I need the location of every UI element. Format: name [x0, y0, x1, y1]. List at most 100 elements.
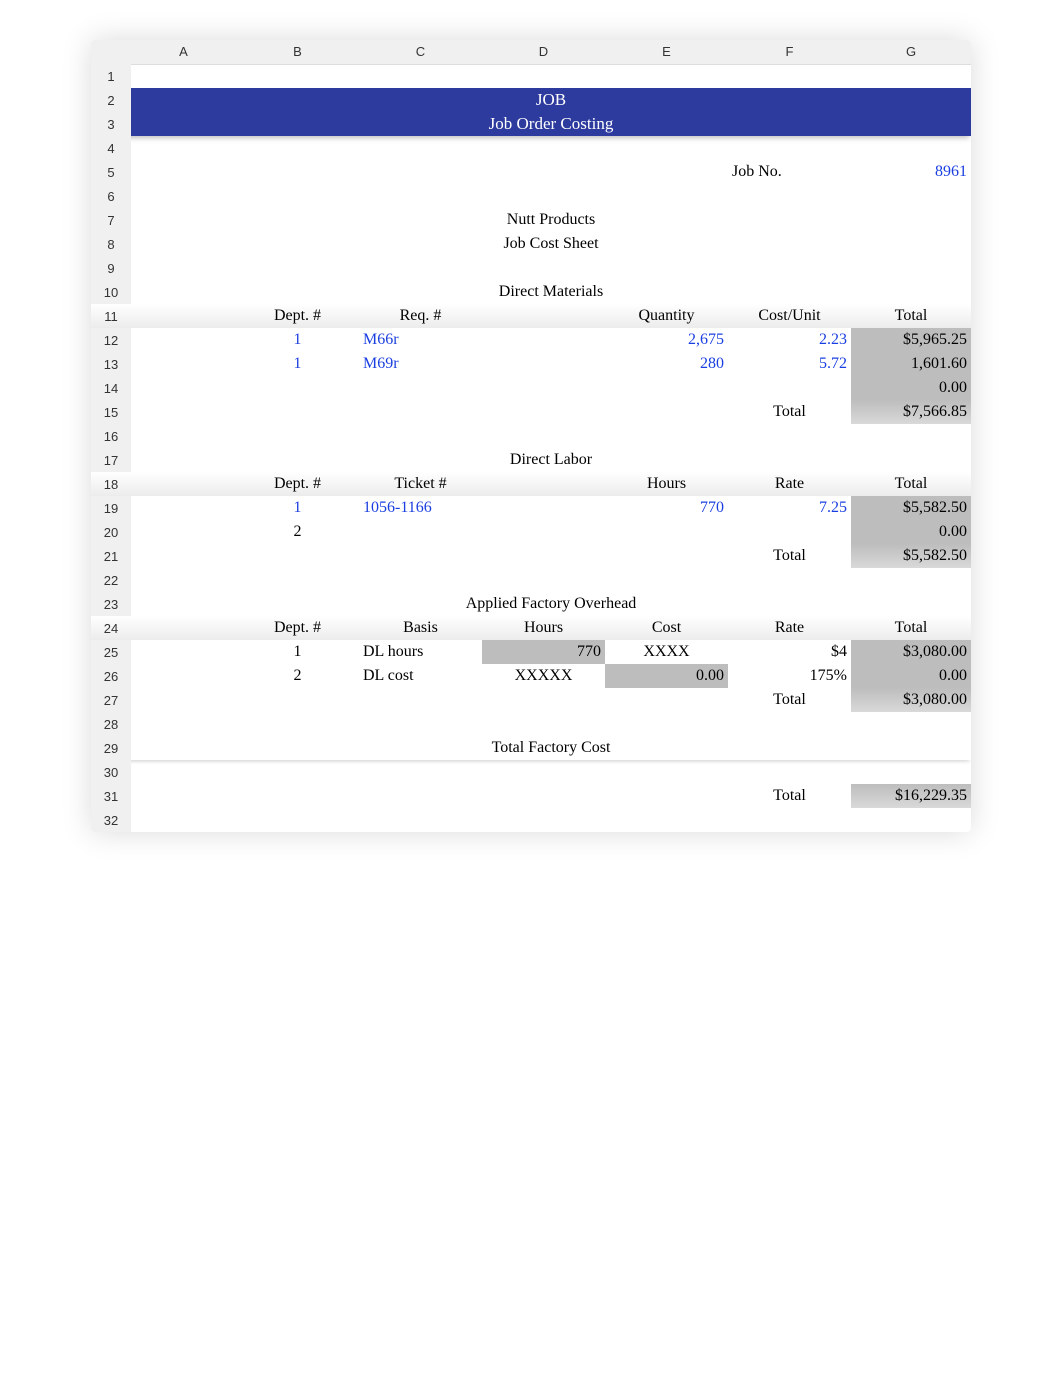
- dm-cu[interactable]: 5.72: [728, 352, 851, 376]
- cell[interactable]: [131, 400, 728, 424]
- dl-dept[interactable]: 2: [236, 520, 359, 544]
- row-header[interactable]: 27: [91, 688, 131, 712]
- cell[interactable]: [482, 160, 605, 184]
- row-header[interactable]: 18: [91, 472, 131, 496]
- dm-hdr-dept[interactable]: Dept. #: [236, 304, 359, 328]
- cell[interactable]: [131, 184, 971, 208]
- sheet-title[interactable]: Job Cost Sheet: [131, 232, 971, 256]
- row-header[interactable]: 2: [91, 88, 131, 112]
- dm-hdr-total[interactable]: Total: [851, 304, 971, 328]
- cell[interactable]: [131, 376, 851, 400]
- col-header-b[interactable]: B: [236, 40, 359, 64]
- dl-hdr-rate[interactable]: Rate: [728, 472, 851, 496]
- cell[interactable]: [131, 616, 236, 640]
- col-header-d[interactable]: D: [482, 40, 605, 64]
- row-header[interactable]: 10: [91, 280, 131, 304]
- oh-total[interactable]: $3,080.00: [851, 640, 971, 664]
- oh-hdr-total[interactable]: Total: [851, 616, 971, 640]
- col-header-f[interactable]: F: [728, 40, 851, 64]
- cell[interactable]: [359, 160, 482, 184]
- cell[interactable]: [131, 568, 971, 592]
- oh-hdr-basis[interactable]: Basis: [359, 616, 482, 640]
- cell[interactable]: [131, 472, 236, 496]
- row-header[interactable]: 12: [91, 328, 131, 352]
- oh-cost[interactable]: XXXX: [605, 640, 728, 664]
- cell[interactable]: [131, 256, 971, 280]
- banner-line2[interactable]: Job Order Costing: [131, 112, 971, 136]
- row-header[interactable]: 15: [91, 400, 131, 424]
- dl-hdr-ticket[interactable]: Ticket #: [359, 472, 482, 496]
- oh-rate[interactable]: $4: [728, 640, 851, 664]
- oh-hours[interactable]: 770: [482, 640, 605, 664]
- dm-qty[interactable]: 2,675: [605, 328, 728, 352]
- oh-hdr-dept[interactable]: Dept. #: [236, 616, 359, 640]
- dl-total[interactable]: $5,582.50: [851, 496, 971, 520]
- dl-heading[interactable]: Direct Labor: [131, 448, 971, 472]
- oh-hdr-hours[interactable]: Hours: [482, 616, 605, 640]
- dm-total[interactable]: $5,965.25: [851, 328, 971, 352]
- row-header[interactable]: 23: [91, 592, 131, 616]
- cell[interactable]: [131, 712, 971, 736]
- dm-cu[interactable]: 2.23: [728, 328, 851, 352]
- cell[interactable]: [359, 520, 851, 544]
- dl-hdr-dept[interactable]: Dept. #: [236, 472, 359, 496]
- dm-req[interactable]: M66r: [359, 328, 482, 352]
- cell[interactable]: [131, 304, 236, 328]
- company-name[interactable]: Nutt Products: [131, 208, 971, 232]
- row-header[interactable]: 20: [91, 520, 131, 544]
- cell[interactable]: [131, 664, 236, 688]
- dm-total[interactable]: 1,601.60: [851, 352, 971, 376]
- row-header[interactable]: 26: [91, 664, 131, 688]
- row-header[interactable]: 14: [91, 376, 131, 400]
- cell[interactable]: [131, 520, 236, 544]
- oh-dept[interactable]: 2: [236, 664, 359, 688]
- cell[interactable]: [236, 160, 359, 184]
- grand-total-label[interactable]: Total: [728, 784, 851, 808]
- grand-total-value[interactable]: $16,229.35: [851, 784, 971, 808]
- grand-heading[interactable]: Total Factory Cost: [131, 736, 971, 760]
- cell[interactable]: [131, 136, 971, 160]
- row-header[interactable]: 7: [91, 208, 131, 232]
- row-header[interactable]: 25: [91, 640, 131, 664]
- dm-total-value[interactable]: $7,566.85: [851, 400, 971, 424]
- cell[interactable]: [131, 640, 236, 664]
- row-header[interactable]: 9: [91, 256, 131, 280]
- row-header[interactable]: 16: [91, 424, 131, 448]
- oh-hdr-cost[interactable]: Cost: [605, 616, 728, 640]
- dm-heading[interactable]: Direct Materials: [131, 280, 971, 304]
- cell[interactable]: [131, 784, 728, 808]
- col-header-c[interactable]: C: [359, 40, 482, 64]
- cell[interactable]: [131, 496, 236, 520]
- row-header[interactable]: 24: [91, 616, 131, 640]
- banner-line1[interactable]: JOB: [131, 88, 971, 112]
- row-header[interactable]: 11: [91, 304, 131, 328]
- cell[interactable]: [482, 496, 605, 520]
- jobno-label[interactable]: Job No.: [728, 160, 851, 184]
- row-header[interactable]: 13: [91, 352, 131, 376]
- oh-total-label[interactable]: Total: [728, 688, 851, 712]
- dm-total[interactable]: 0.00: [851, 376, 971, 400]
- dl-hdr-hours[interactable]: Hours: [605, 472, 728, 496]
- row-header[interactable]: 21: [91, 544, 131, 568]
- row-header[interactable]: 17: [91, 448, 131, 472]
- dl-ticket[interactable]: 1056-1166: [359, 496, 482, 520]
- oh-heading[interactable]: Applied Factory Overhead: [131, 592, 971, 616]
- dl-total-value[interactable]: $5,582.50: [851, 544, 971, 568]
- oh-hdr-rate[interactable]: Rate: [728, 616, 851, 640]
- dm-qty[interactable]: 280: [605, 352, 728, 376]
- cell[interactable]: [482, 472, 605, 496]
- dl-hours[interactable]: 770: [605, 496, 728, 520]
- dm-hdr-req[interactable]: Req. #: [359, 304, 482, 328]
- dl-rate[interactable]: 7.25: [728, 496, 851, 520]
- dl-dept[interactable]: 1: [236, 496, 359, 520]
- cell[interactable]: [482, 304, 605, 328]
- row-header[interactable]: 1: [91, 64, 131, 88]
- dm-req[interactable]: M69r: [359, 352, 482, 376]
- oh-basis[interactable]: DL hours: [359, 640, 482, 664]
- dm-hdr-qty[interactable]: Quantity: [605, 304, 728, 328]
- col-header-g[interactable]: G: [851, 40, 971, 64]
- row-header[interactable]: 3: [91, 112, 131, 136]
- row-header[interactable]: 30: [91, 760, 131, 784]
- oh-hours[interactable]: XXXXX: [482, 664, 605, 688]
- col-header-a[interactable]: A: [131, 40, 236, 64]
